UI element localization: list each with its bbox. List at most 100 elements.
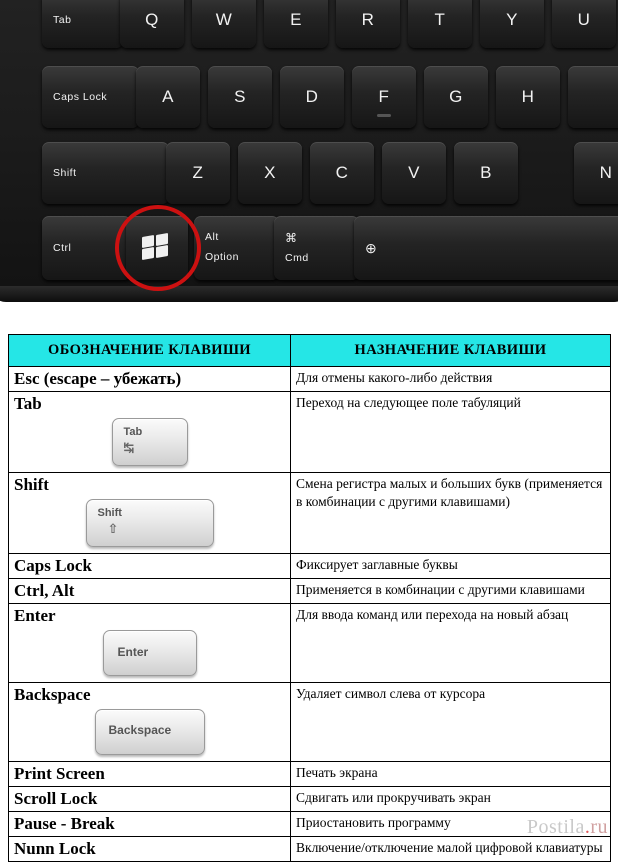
photo-key-b[interactable]: B bbox=[454, 142, 518, 204]
photo-key-space[interactable]: ⊕ bbox=[354, 216, 618, 280]
watermark-part1: Postila bbox=[526, 816, 585, 838]
photo-key-z[interactable]: Z bbox=[166, 142, 230, 204]
photo-key-d[interactable]: D bbox=[280, 66, 344, 128]
photo-key-q-label: Q bbox=[145, 10, 159, 29]
enter-keycap-image: Enter bbox=[102, 630, 197, 676]
table-header-key-name: ОБОЗНАЧЕНИЕ КЛАВИШИ bbox=[8, 334, 291, 367]
photo-key-g-label: G bbox=[449, 87, 463, 106]
row-key-desc: Печать экрана bbox=[290, 761, 611, 787]
key-name-text: Caps Lock bbox=[14, 556, 92, 575]
key-name-text: Ctrl, Alt bbox=[14, 581, 75, 600]
shift-keycap-label: Shift bbox=[97, 507, 122, 519]
key-name-text: Esc (escape – убежать) bbox=[14, 369, 182, 388]
photo-key-s[interactable]: S bbox=[208, 66, 272, 128]
row-key-desc: Смена регистра малых и больших букв (при… bbox=[290, 472, 611, 554]
key-name-text: Pause - Break bbox=[14, 814, 115, 833]
row-key-desc: Удаляет символ слева от курсора bbox=[290, 682, 611, 762]
key-name-text: Backspace bbox=[14, 685, 91, 704]
row-key-name: Scroll Lock bbox=[8, 786, 291, 812]
tab-keycap-label: Tab bbox=[123, 426, 143, 438]
photo-key-cmd[interactable]: ⌘ Cmd bbox=[274, 216, 359, 280]
photo-key-tab[interactable]: Tab bbox=[42, 0, 123, 48]
photo-key-ctrl-label: Ctrl bbox=[53, 242, 72, 254]
photo-key-r[interactable]: R bbox=[336, 0, 400, 48]
photo-key-x-label: X bbox=[264, 163, 276, 182]
photo-key-t-label: T bbox=[434, 10, 446, 29]
row-key-desc: Переход на следующее поле табуляций bbox=[290, 391, 611, 473]
tab-keycap-image: Tab ↹ bbox=[111, 418, 188, 466]
photo-key-shift[interactable]: Shift bbox=[42, 142, 169, 204]
row-key-name: Backspace Backspace bbox=[8, 682, 291, 762]
table-row: Shift Shift ⇧ Смена регистра малых и бол… bbox=[8, 472, 611, 554]
tab-arrow-icon: ↹ bbox=[123, 441, 135, 456]
row-key-name: Nunn Lock bbox=[8, 836, 291, 862]
row-key-name: Pause - Break bbox=[8, 811, 291, 837]
photo-key-a[interactable]: A bbox=[136, 66, 200, 128]
photo-key-e[interactable]: E bbox=[264, 0, 328, 48]
table-row: Nunn Lock Включение/отключение малой циф… bbox=[8, 836, 611, 862]
photo-key-u[interactable]: U bbox=[552, 0, 616, 48]
table-row: Caps Lock Фиксирует заглавные буквы bbox=[8, 553, 611, 579]
command-symbol-icon: ⌘ bbox=[285, 230, 298, 245]
table-header-row: ОБОЗНАЧЕНИЕ КЛАВИШИ НАЗНАЧЕНИЕ КЛАВИШИ bbox=[8, 334, 611, 367]
photo-key-s-label: S bbox=[234, 87, 246, 106]
row-key-name: Tab Tab ↹ bbox=[8, 391, 291, 473]
table-row: Enter Enter Для ввода команд или переход… bbox=[8, 603, 611, 683]
photo-key-j[interactable] bbox=[568, 66, 618, 128]
photo-key-n[interactable]: N bbox=[574, 142, 618, 204]
watermark: Postila.ru bbox=[527, 816, 608, 839]
photo-key-alt-option[interactable]: Alt Option bbox=[194, 216, 279, 280]
photo-key-x[interactable]: X bbox=[238, 142, 302, 204]
row-key-name: Print Screen bbox=[8, 761, 291, 787]
backspace-keycap-image: Backspace bbox=[94, 709, 205, 755]
row-key-desc: Сдвигать или прокручивать экран bbox=[290, 786, 611, 812]
photo-key-w[interactable]: W bbox=[192, 0, 256, 48]
photo-key-v[interactable]: V bbox=[382, 142, 446, 204]
photo-key-h[interactable]: H bbox=[496, 66, 560, 128]
photo-key-f[interactable]: F bbox=[352, 66, 416, 128]
enter-keycap-label: Enter bbox=[117, 645, 149, 659]
photo-key-alt-label: Alt bbox=[205, 231, 219, 244]
key-name-text: Print Screen bbox=[14, 764, 105, 783]
key-reference-table-wrapper: ОБОЗНАЧЕНИЕ КЛАВИШИ НАЗНАЧЕНИЕ КЛАВИШИ E… bbox=[8, 334, 611, 862]
globe-icon: ⊕ bbox=[365, 239, 378, 256]
photo-key-capslock[interactable]: Caps Lock bbox=[42, 66, 139, 128]
photo-key-h-label: H bbox=[521, 87, 535, 106]
photo-key-tab-label: Tab bbox=[53, 14, 72, 26]
photo-key-z-label: Z bbox=[192, 163, 204, 182]
photo-key-cmd-label: Cmd bbox=[285, 252, 309, 265]
table-row: Scroll Lock Сдвигать или прокручивать эк… bbox=[8, 786, 611, 812]
row-key-name: Ctrl, Alt bbox=[8, 578, 291, 604]
row-key-desc: Применяется в комбинации с другими клави… bbox=[290, 578, 611, 604]
keyboard-bottom-edge bbox=[0, 286, 618, 302]
table-header-key-purpose: НАЗНАЧЕНИЕ КЛАВИШИ bbox=[290, 334, 611, 367]
key-name-text: Tab bbox=[14, 394, 42, 413]
photo-key-w-label: W bbox=[215, 10, 233, 29]
keyboard-photo: Tab Q W E R T Y U Caps Lock A S D F G H … bbox=[0, 0, 618, 318]
key-name-text: Nunn Lock bbox=[14, 839, 96, 858]
photo-key-v-label: V bbox=[408, 163, 420, 182]
row-key-desc: Для отмены какого-либо действия bbox=[290, 366, 611, 392]
table-row: Tab Tab ↹ Переход на следующее поле табу… bbox=[8, 391, 611, 473]
photo-key-c[interactable]: C bbox=[310, 142, 374, 204]
watermark-part2: ru bbox=[590, 816, 608, 838]
key-reference-table: ОБОЗНАЧЕНИЕ КЛАВИШИ НАЗНАЧЕНИЕ КЛАВИШИ E… bbox=[8, 334, 611, 862]
photo-key-d-label: D bbox=[305, 87, 319, 106]
row-key-name: Enter Enter bbox=[8, 603, 291, 683]
row-key-desc: Фиксирует заглавные буквы bbox=[290, 553, 611, 579]
row-key-name: Caps Lock bbox=[8, 553, 291, 579]
photo-key-y[interactable]: Y bbox=[480, 0, 544, 48]
table-row: Esc (escape – убежать) Для отмены какого… bbox=[8, 366, 611, 392]
photo-key-q[interactable]: Q bbox=[120, 0, 184, 48]
photo-key-y-label: Y bbox=[506, 10, 518, 29]
row-key-desc: Включение/отключение малой цифровой клав… bbox=[290, 836, 611, 862]
row-key-desc: Для ввода команд или перехода на новый а… bbox=[290, 603, 611, 683]
row-key-name: Esc (escape – убежать) bbox=[8, 366, 291, 392]
photo-key-t[interactable]: T bbox=[408, 0, 472, 48]
backspace-keycap-label: Backspace bbox=[108, 723, 172, 737]
row-key-name: Shift Shift ⇧ bbox=[8, 472, 291, 554]
table-row: Print Screen Печать экрана bbox=[8, 761, 611, 787]
table-row: Backspace Backspace Удаляет символ слева… bbox=[8, 682, 611, 762]
table-row: Ctrl, Alt Применяется в комбинации с дру… bbox=[8, 578, 611, 604]
photo-key-g[interactable]: G bbox=[424, 66, 488, 128]
